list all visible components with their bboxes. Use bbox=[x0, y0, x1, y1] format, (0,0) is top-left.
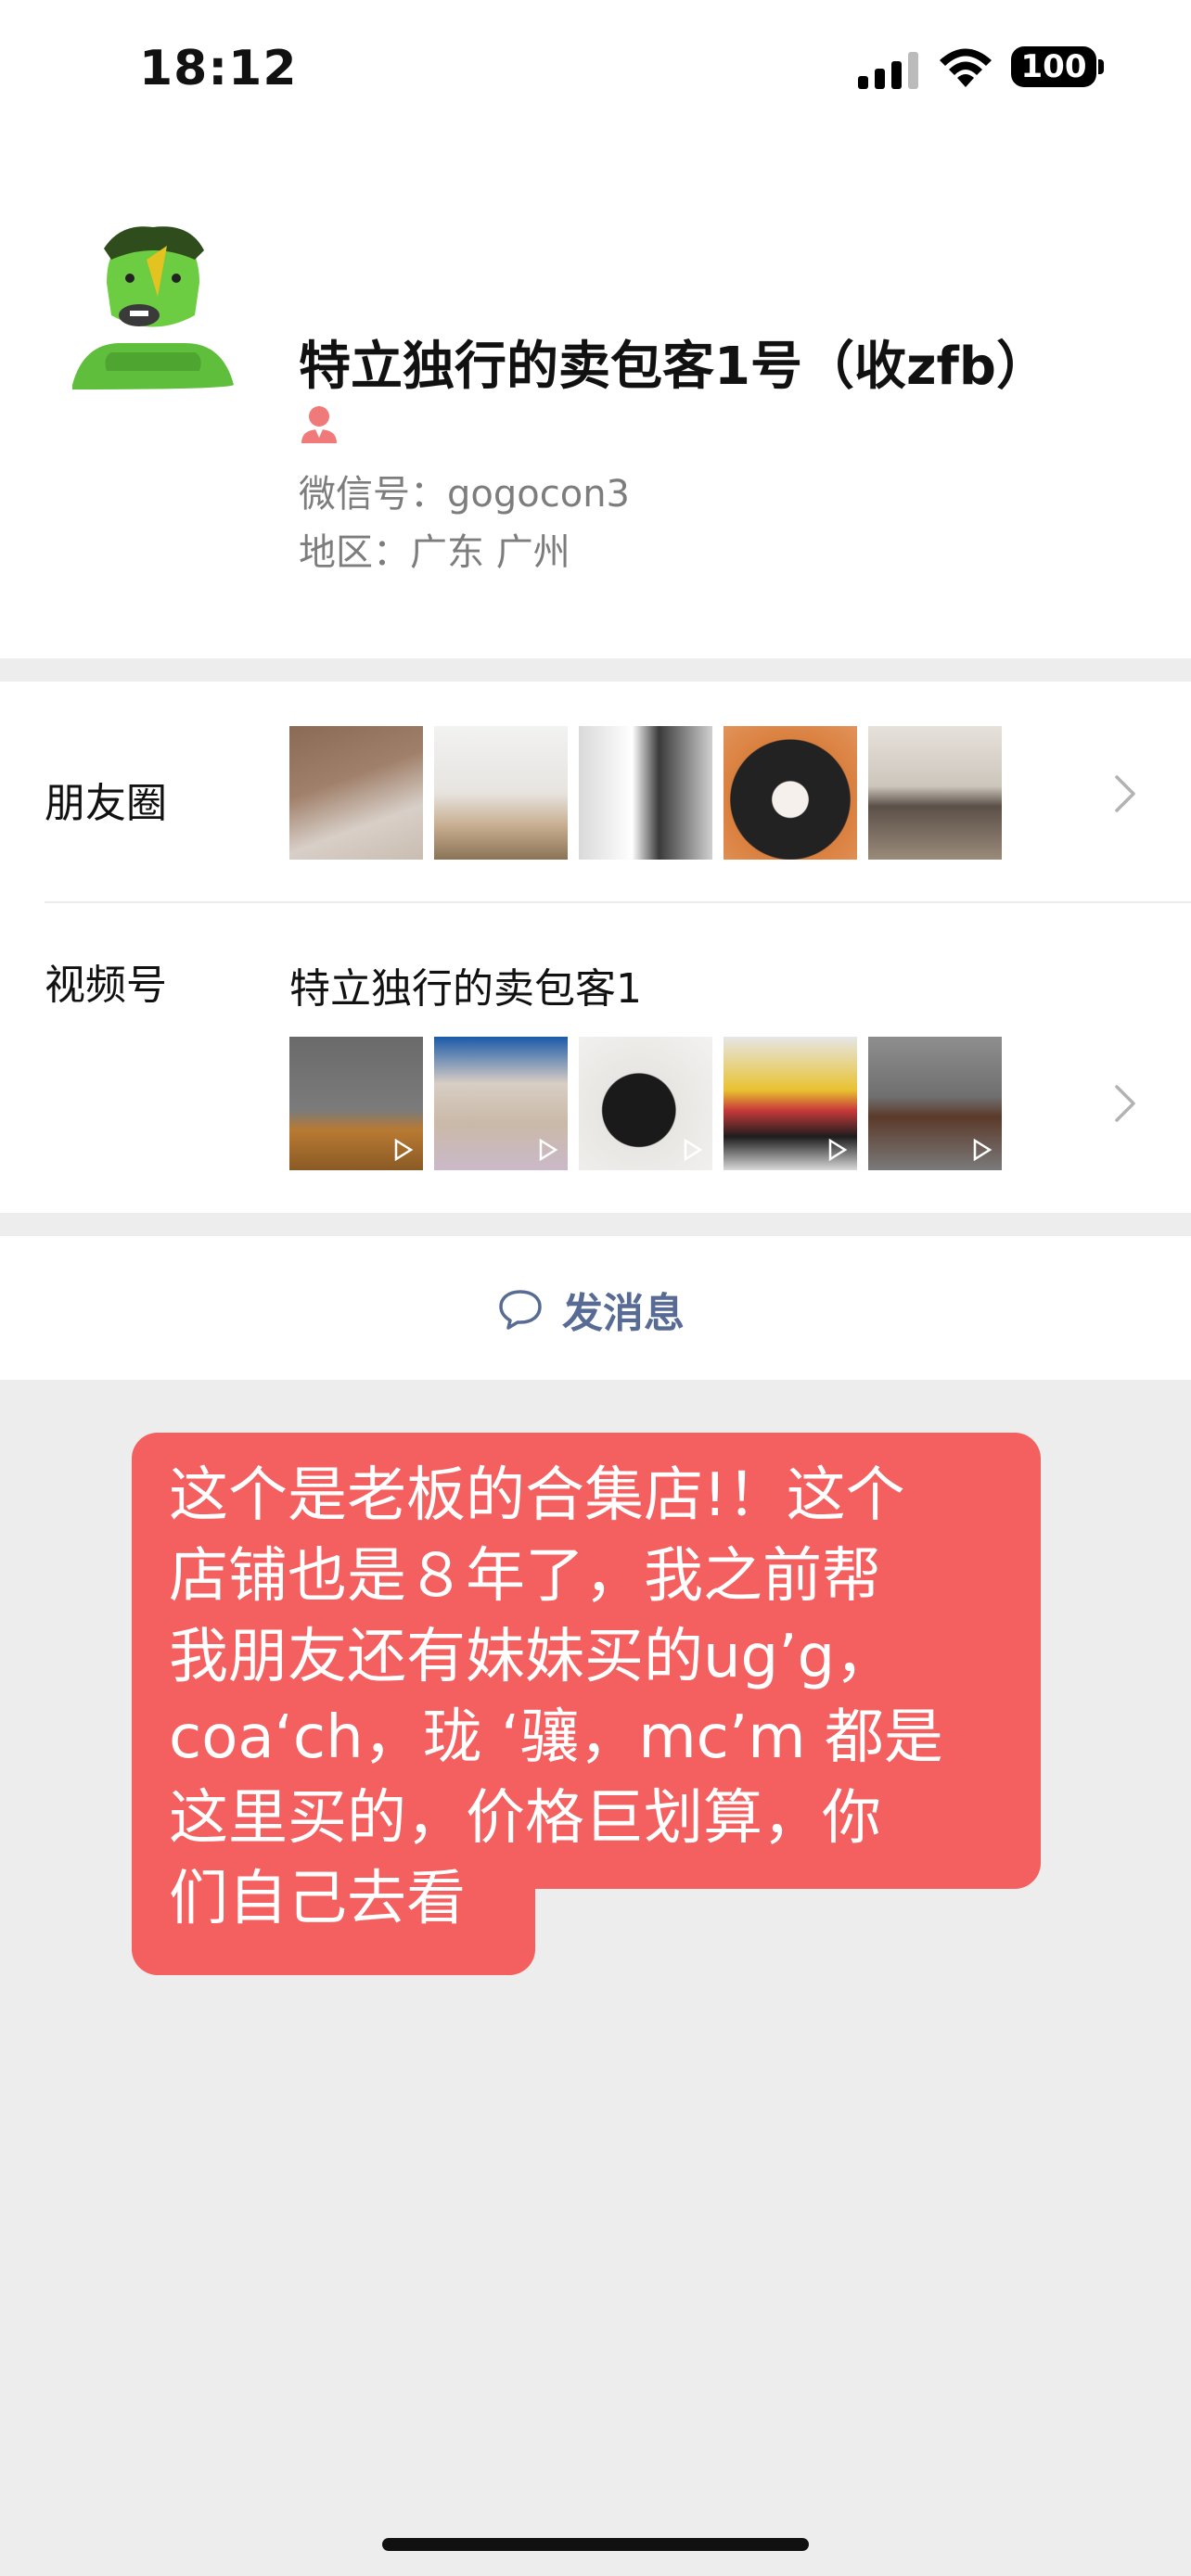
overlay-note-line: 我朋友还有妹妹买的ug’g， bbox=[169, 1623, 895, 1691]
home-indicator[interactable] bbox=[382, 2538, 809, 2551]
channels-label[interactable]: 视频号 bbox=[45, 951, 167, 1011]
avatar[interactable] bbox=[65, 204, 241, 529]
send-message-button[interactable]: 发消息 bbox=[497, 1285, 685, 1337]
row-divider bbox=[45, 901, 1191, 903]
overlay-note-line: 这里买的，价格巨划算，你 bbox=[169, 1784, 881, 1853]
channel-name[interactable]: 特立独行的卖包客1 bbox=[289, 955, 642, 1014]
region: 地区：广东 广州 bbox=[299, 531, 570, 574]
moments-photo bbox=[868, 726, 1002, 860]
moments-photo bbox=[724, 726, 857, 860]
send-message-label: 发消息 bbox=[562, 1290, 685, 1337]
overlay-note-line: 这个是老板的合集店!！这个 bbox=[169, 1461, 905, 1530]
moments-chevron-right-icon[interactable] bbox=[1113, 773, 1137, 814]
play-icon bbox=[973, 1139, 992, 1161]
channels-chevron-right-icon[interactable] bbox=[1113, 1083, 1137, 1124]
profile-nickname: 特立独行的卖包客1号（收zfb） bbox=[299, 337, 1049, 397]
channel-video-thumbnail bbox=[724, 1037, 857, 1170]
play-icon bbox=[394, 1139, 414, 1161]
gender-female-icon bbox=[301, 406, 337, 443]
moments-photo bbox=[434, 726, 568, 860]
overlay-note: 这个是老板的合集店!！这个 店铺也是８年了，我之前帮 我朋友还有妹妹买的ug’g… bbox=[169, 1456, 1031, 1940]
moments-label[interactable]: 朋友圈 bbox=[45, 770, 167, 829]
wechat-id: 微信号：gogocon3 bbox=[299, 473, 630, 516]
play-icon bbox=[684, 1139, 703, 1161]
chat-bubble-icon bbox=[499, 1290, 542, 1330]
moments-photo bbox=[289, 726, 423, 860]
overlay-note-line: 们自己去看 bbox=[169, 1865, 466, 1933]
moments-photo bbox=[579, 726, 712, 860]
battery-icon: 100 bbox=[1011, 46, 1096, 87]
play-icon bbox=[539, 1139, 558, 1161]
play-icon bbox=[828, 1139, 848, 1161]
status-bar: 18:12 100 bbox=[0, 0, 1191, 139]
overlay-note-line: coa‘ch，珑 ‘骧，mc’m 都是 bbox=[169, 1703, 943, 1772]
wifi-icon bbox=[940, 48, 992, 87]
status-time: 18:12 bbox=[139, 41, 298, 96]
battery-tip bbox=[1098, 59, 1104, 74]
channel-thumbnails[interactable] bbox=[289, 1037, 1002, 1170]
channel-video-thumbnail bbox=[434, 1037, 568, 1170]
moments-thumbnails[interactable] bbox=[289, 726, 1002, 860]
channel-video-thumbnail bbox=[289, 1037, 423, 1170]
channel-video-thumbnail bbox=[579, 1037, 712, 1170]
overlay-note-line: 店铺也是８年了，我之前帮 bbox=[169, 1542, 881, 1611]
cellular-signal-icon bbox=[858, 52, 918, 89]
channel-video-thumbnail bbox=[868, 1037, 1002, 1170]
